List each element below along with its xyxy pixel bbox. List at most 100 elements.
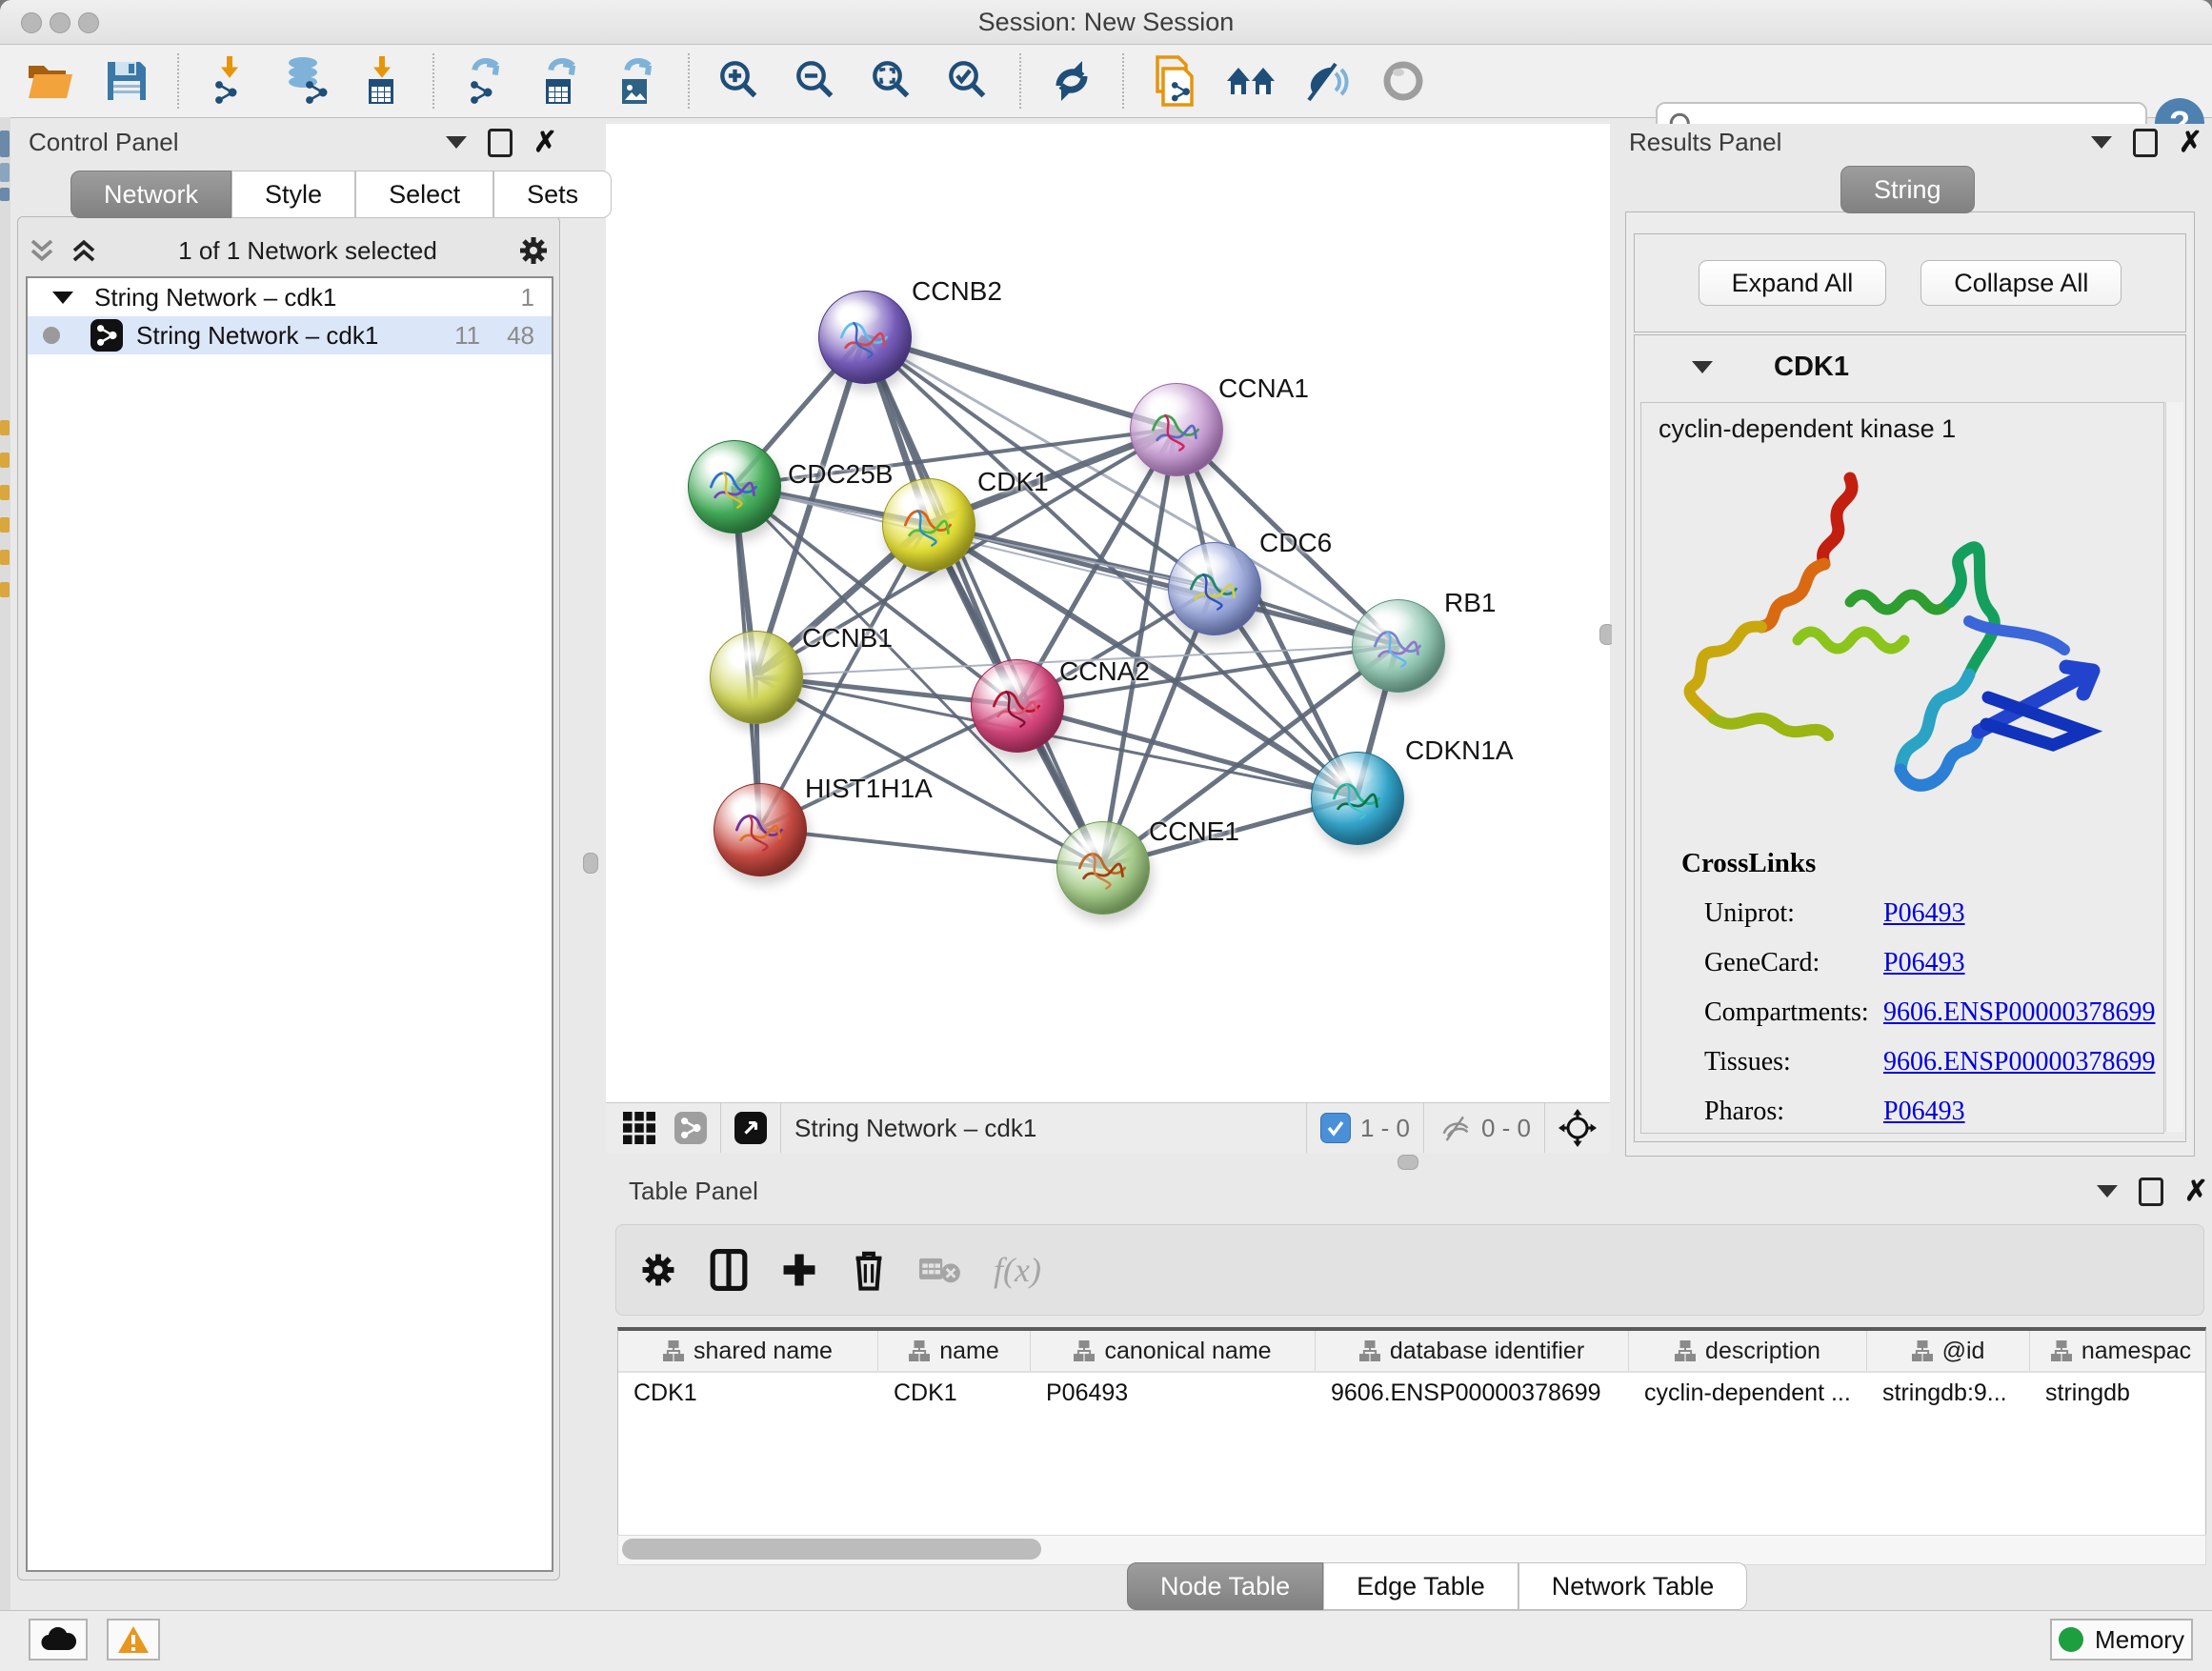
tab-sets[interactable]: Sets	[493, 171, 612, 218]
table-cell[interactable]: stringdb	[2030, 1373, 2206, 1413]
node-CCNA1[interactable]	[1130, 383, 1223, 476]
expand-all-icon[interactable]	[70, 236, 98, 265]
node-CCNB1[interactable]	[710, 631, 803, 724]
column-header-@id[interactable]: @id	[1867, 1331, 2030, 1371]
collapse-all-icon[interactable]	[28, 236, 56, 265]
tab-edge-table[interactable]: Edge Table	[1323, 1562, 1518, 1610]
save-session-button[interactable]	[101, 55, 152, 107]
tab-node-table[interactable]: Node Table	[1127, 1562, 1323, 1610]
open-session-button[interactable]	[25, 55, 76, 107]
grid-view-icon[interactable]	[623, 1112, 655, 1144]
network-row[interactable]: String Network – cdk1 11 48	[28, 316, 552, 354]
cloud-status-button[interactable]	[29, 1619, 88, 1661]
protein-thumbnail-CDK1	[896, 496, 959, 552]
zoom-fit-button[interactable]	[867, 55, 918, 107]
collection-expand-icon[interactable]	[52, 292, 73, 304]
network-collection-row[interactable]: String Network – cdk1 1	[28, 278, 552, 316]
node-CDKN1A[interactable]	[1311, 752, 1404, 845]
add-column-icon[interactable]	[780, 1251, 818, 1289]
node-CCNE1[interactable]	[1056, 821, 1150, 915]
column-header-namespac[interactable]: namespac	[2030, 1331, 2206, 1371]
crosslink-link[interactable]: P06493	[1883, 1097, 1965, 1127]
detach-view-icon[interactable]	[734, 1112, 767, 1144]
table-row[interactable]: CDK1CDK1P064939606.ENSP00000378699cyclin…	[618, 1373, 2205, 1413]
show-columns-icon[interactable]	[710, 1249, 748, 1291]
tab-network-table[interactable]: Network Table	[1518, 1562, 1748, 1610]
duplicate-network-button[interactable]	[1149, 55, 1200, 107]
network-edge-count: 48	[507, 321, 534, 351]
left-splitter-handle[interactable]	[583, 853, 598, 874]
table-cell[interactable]: stringdb:9...	[1867, 1373, 2030, 1413]
show-selection-button[interactable]	[1377, 55, 1429, 107]
hide-selection-button[interactable]	[1301, 55, 1353, 107]
table-cell[interactable]: CDK1	[878, 1373, 1031, 1413]
zoom-selected-button[interactable]	[943, 55, 995, 107]
zoom-out-button[interactable]	[791, 55, 842, 107]
control-panel-close-icon[interactable]: ✗	[533, 131, 557, 154]
table-hscrollbar[interactable]	[617, 1535, 2206, 1565]
network-canvas[interactable]: CCNB2CCNA1CDC25BCDK1CDC6RB1CCNB1CCNA2CDK…	[606, 124, 1610, 1102]
warnings-button[interactable]	[107, 1619, 160, 1661]
collapse-all-button[interactable]: Collapse All	[1920, 260, 2122, 306]
crosslink-label: GeneCard:	[1704, 948, 1883, 978]
edge-HIST1H1A-CCNE1[interactable]	[759, 829, 1102, 867]
apply-layout-button[interactable]	[1046, 55, 1097, 107]
results-scrollbar[interactable]	[2165, 402, 2183, 1132]
table-cell[interactable]: CDK1	[618, 1373, 878, 1413]
node-HIST1H1A[interactable]	[714, 783, 807, 876]
protein-collapse-icon[interactable]	[1692, 361, 1713, 373]
table-panel-close-icon[interactable]: ✗	[2184, 1180, 2208, 1203]
column-header-name[interactable]: name	[878, 1331, 1031, 1371]
network-options-gear-icon[interactable]	[517, 234, 550, 267]
crosslink-link[interactable]: 9606.ENSP00000378699	[1883, 1047, 2155, 1077]
column-header-database-identifier[interactable]: database identifier	[1316, 1331, 1629, 1371]
tab-string[interactable]: String	[1840, 166, 1975, 213]
crosslink-link[interactable]: P06493	[1883, 948, 1965, 978]
results-panel-close-icon[interactable]: ✗	[2179, 131, 2202, 154]
column-header-canonical-name[interactable]: canonical name	[1031, 1331, 1316, 1371]
tab-network[interactable]: Network	[70, 171, 231, 218]
crosslink-link[interactable]: P06493	[1883, 898, 1965, 929]
control-panel-float-icon[interactable]	[488, 129, 513, 157]
bottom-splitter-handle[interactable]	[1398, 1155, 1418, 1170]
protein-thumbnail-CCNE1	[1071, 839, 1134, 895]
home-button[interactable]	[1225, 55, 1277, 107]
network-badge-icon[interactable]	[674, 1112, 707, 1144]
export-table-button[interactable]	[535, 55, 587, 107]
selected-checkbox-icon[interactable]	[1320, 1113, 1351, 1143]
crosslink-link[interactable]: 9606.ENSP00000378699	[1883, 997, 2155, 1028]
results-panel-float-icon[interactable]	[2133, 129, 2158, 157]
column-header-shared-name[interactable]: shared name	[618, 1331, 878, 1371]
expand-all-button[interactable]: Expand All	[1699, 260, 1887, 306]
results-panel-menu-icon[interactable]	[2091, 136, 2112, 149]
node-CDC25B[interactable]	[688, 440, 781, 534]
tab-select[interactable]: Select	[355, 171, 493, 218]
node-CCNB2[interactable]	[818, 291, 912, 384]
table-settings-gear-icon[interactable]	[639, 1251, 677, 1289]
delete-column-icon[interactable]	[851, 1249, 887, 1291]
table-hscrollbar-thumb[interactable]	[622, 1539, 1041, 1560]
table-panel-menu-icon[interactable]	[2097, 1185, 2118, 1198]
import-table-button[interactable]	[356, 55, 408, 107]
import-network-database-button[interactable]	[280, 55, 332, 107]
birdseye-icon[interactable]	[1558, 1109, 1597, 1147]
node-CDC6[interactable]	[1168, 542, 1261, 635]
node-RB1[interactable]	[1352, 599, 1445, 693]
node-CDK1[interactable]	[882, 478, 975, 572]
tab-style[interactable]: Style	[231, 171, 355, 218]
table-toolbar: f(x)	[615, 1224, 2204, 1316]
column-header-description[interactable]: description	[1629, 1331, 1867, 1371]
memory-label: Memory	[2095, 1625, 2184, 1655]
table-cell[interactable]: 9606.ENSP00000378699	[1316, 1373, 1629, 1413]
import-network-button[interactable]	[204, 55, 255, 107]
protein-thumbnail-CCNA2	[985, 677, 1048, 733]
table-cell[interactable]: P06493	[1031, 1373, 1316, 1413]
table-cell[interactable]: cyclin-dependent ...	[1629, 1373, 1867, 1413]
control-panel-menu-icon[interactable]	[446, 136, 467, 149]
export-network-button[interactable]	[459, 55, 511, 107]
memory-button[interactable]: Memory	[2050, 1619, 2193, 1661]
table-panel-float-icon[interactable]	[2139, 1178, 2163, 1206]
zoom-in-button[interactable]	[714, 55, 766, 107]
export-image-button[interactable]	[612, 55, 663, 107]
node-CCNA2[interactable]	[971, 659, 1064, 753]
